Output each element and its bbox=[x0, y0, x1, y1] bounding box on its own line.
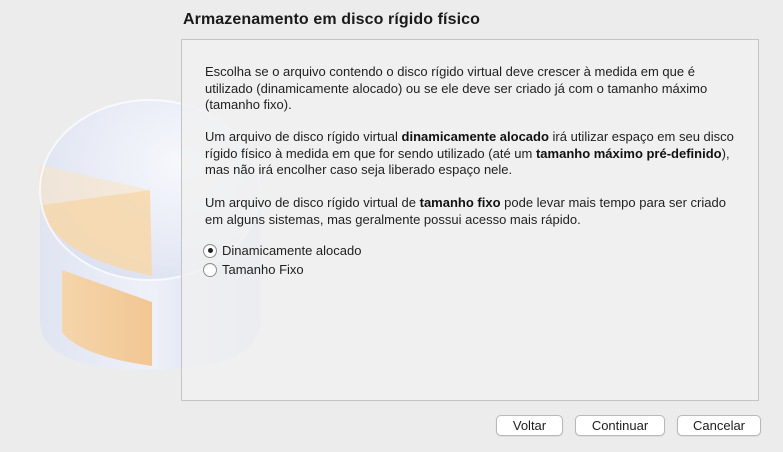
bold-text-segment: tamanho máximo pré-definido bbox=[535, 145, 722, 161]
page-title: Armazenamento em disco rígido físico bbox=[183, 11, 480, 28]
dynamic-allocation-paragraph: Um arquivo de disco rígido virtual dinam… bbox=[205, 129, 740, 179]
content-panel: Escolha se o arquivo contendo o disco rí… bbox=[181, 39, 759, 401]
option-label: Dinamicamente alocado bbox=[222, 243, 362, 258]
text-segment: Um arquivo de disco rígido virtual de bbox=[205, 195, 420, 210]
back-button[interactable]: Voltar bbox=[496, 415, 563, 436]
text-segment: Um arquivo de disco rígido virtual bbox=[205, 129, 402, 144]
option-fixed-size[interactable]: Tamanho Fixo bbox=[203, 262, 304, 277]
radio-button-selected[interactable] bbox=[203, 243, 217, 258]
option-label: Tamanho Fixo bbox=[222, 262, 304, 277]
continue-button[interactable]: Continuar bbox=[575, 415, 665, 436]
fixed-size-paragraph: Um arquivo de disco rígido virtual de ta… bbox=[205, 195, 740, 228]
bold-text-segment: tamanho fixo bbox=[419, 195, 501, 210]
bold-text-segment: dinamicamente alocado bbox=[401, 129, 549, 144]
wizard-window: Armazenamento em disco rígido físico Esc… bbox=[0, 0, 783, 452]
radio-button[interactable] bbox=[203, 262, 217, 277]
option-dynamically-allocated[interactable]: Dinamicamente alocado bbox=[203, 243, 361, 258]
description-paragraph: Escolha se o arquivo contendo o disco rí… bbox=[205, 64, 708, 112]
cancel-button[interactable]: Cancelar bbox=[677, 415, 761, 436]
